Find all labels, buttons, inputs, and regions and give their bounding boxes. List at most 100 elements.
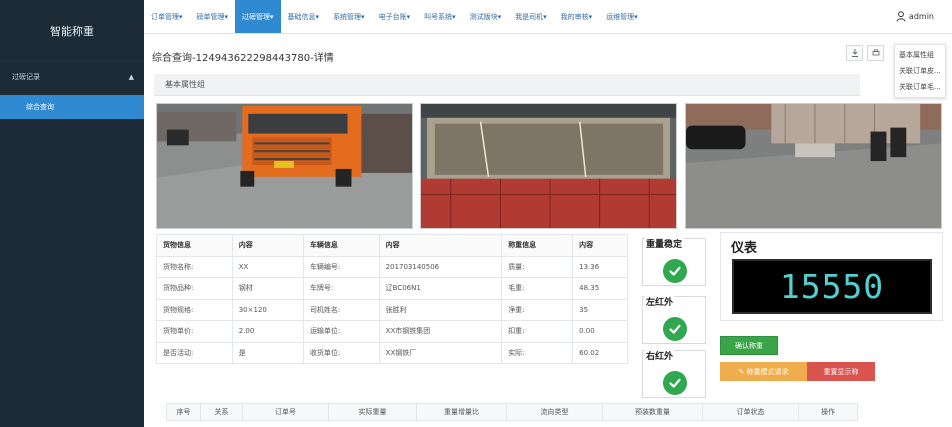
column-header: 关系 <box>201 404 243 420</box>
camera-photo-front[interactable] <box>156 103 413 229</box>
dropdown-item-related-gross[interactable]: 关联订单毛... <box>895 79 945 95</box>
weigh-mode-button[interactable]: ✎ 称重模式请求 <box>720 362 807 381</box>
cell-label: 质量: <box>501 255 574 278</box>
nav-system-management[interactable]: 系统管理▾ <box>326 0 372 33</box>
section-header: 基本属性组 <box>154 74 860 96</box>
header-vehicle-info: 车辆信息 <box>302 234 380 257</box>
cell-label: 扣重: <box>501 320 574 343</box>
nav-driver[interactable]: 我是司机▾ <box>508 0 554 33</box>
column-header: 流向类型 <box>507 404 603 420</box>
nav-weigh-ticket-management[interactable]: 磅单管理▾ <box>190 0 236 33</box>
cell-value: 辽BC06N1 <box>378 277 503 300</box>
table-row: 货物单价: 2.00 运输单位: XX市钢铁集团 扣重: 0.00 <box>156 320 628 343</box>
column-header: 序号 <box>167 404 201 420</box>
header-cargo-info: 货物信息 <box>156 234 233 257</box>
sidebar-group-label: 过磅记录 <box>12 72 40 81</box>
cell-value: 13.36 <box>572 255 628 278</box>
cell-label: 运输单位: <box>302 320 380 343</box>
meter-panel: 仪表 15550 <box>720 232 943 321</box>
column-header: 预装数重量 <box>603 404 703 420</box>
cell-label: 货物规格: <box>156 298 233 321</box>
cell-value: XX <box>231 255 304 278</box>
cell-value: 张胜利 <box>378 298 503 321</box>
nav-my-review[interactable]: 我的审核▾ <box>554 0 600 33</box>
sidebar: 智能称重 过磅记录 ▲ 综合查询 <box>0 0 144 427</box>
table-header-row: 货物信息 内容 车辆信息 内容 称重信息 内容 <box>156 234 628 257</box>
nav-weighing-management[interactable]: 过磅管理▾ <box>235 0 281 33</box>
table-row: 货物品种: 钢材 车牌号: 辽BC06N1 毛重: 48.35 <box>156 277 628 300</box>
sidebar-item-comprehensive-query[interactable]: 综合查询 <box>0 95 144 119</box>
section-dropdown: 基本属性组 关联订单皮... 关联订单毛... <box>894 44 946 98</box>
check-icon <box>663 259 687 283</box>
camera-photo-top[interactable] <box>420 103 677 229</box>
truck-front-image <box>157 104 412 228</box>
main-content: 综合查询-124943622298443780-详情 基本属性组 关联订单皮..… <box>144 34 952 427</box>
brand-title: 智能称重 <box>0 0 144 62</box>
meter-title: 仪表 <box>731 241 758 256</box>
meter-readout: 15550 <box>732 259 932 314</box>
cell-label: 车牌号: <box>302 277 380 300</box>
cell-label: 净重: <box>501 298 574 321</box>
sidebar-group-weigh-records[interactable]: 过磅记录 ▲ <box>0 64 144 89</box>
indicator-label: 左红外 <box>645 295 675 308</box>
check-icon <box>663 317 687 341</box>
cell-value: 2017031405​06 <box>378 255 503 278</box>
user-icon <box>896 11 906 22</box>
download-icon <box>851 49 858 57</box>
nav-basic-info[interactable]: 基础信息▾ <box>281 0 327 33</box>
column-header: 订单状态 <box>703 404 799 420</box>
indicator-weight-stable: 重量稳定 <box>642 237 706 286</box>
info-table: 货物信息 内容 车辆信息 内容 称重信息 内容 货物名称: XX 车辆编号: 2… <box>156 234 628 364</box>
check-icon <box>663 371 687 395</box>
table-row: 货物名称: XX 车辆编号: 2017031405​06 质量: 13.36 <box>156 255 628 278</box>
cell-value: 30×120 <box>231 298 304 321</box>
table-row: 货物规格: 30×120 司机姓名: 张胜利 净重: 35 <box>156 298 628 321</box>
cell-value: 35 <box>572 298 628 321</box>
cell-value: 是 <box>231 341 304 364</box>
indicator-label: 右红外 <box>645 349 675 362</box>
username: admin <box>908 12 934 21</box>
truck-rear-image <box>686 104 941 228</box>
nav-electronic-ledger[interactable]: 电子台账▾ <box>372 0 418 33</box>
download-button[interactable] <box>846 45 863 61</box>
user-menu[interactable]: admin <box>896 0 952 33</box>
column-header: 操作 <box>821 408 835 416</box>
cell-label: 货物品种: <box>156 277 233 300</box>
header-content: 内容 <box>572 234 628 257</box>
nav-test-module[interactable]: 测试版块▾ <box>463 0 509 33</box>
header-weigh-info: 称重信息 <box>501 234 574 257</box>
truck-top-image <box>421 104 676 228</box>
print-button[interactable] <box>867 45 884 61</box>
cell-label: 实际: <box>501 341 574 364</box>
table-row: 是否活动: 是 收货单位: XX钢铁厂 实际: 60.02 <box>156 341 628 364</box>
cell-value: 钢材 <box>231 277 304 300</box>
cell-label: 毛重: <box>501 277 574 300</box>
print-icon <box>872 49 879 56</box>
top-navigation: 订单管理▾ 磅单管理▾ 过磅管理▾ 基础信息▾ 系统管理▾ 电子台账▾ 叫号系统… <box>144 0 952 34</box>
cell-label: 车辆编号: <box>302 255 380 278</box>
indicator-left-infrared: 左红外 <box>642 295 706 344</box>
reset-display-button[interactable]: 重置显示称 <box>807 362 875 381</box>
dropdown-item-related-tare[interactable]: 关联订单皮... <box>895 63 945 79</box>
indicator-right-infrared: 右红外 <box>642 349 706 398</box>
indicator-label: 重量稳定 <box>645 237 684 250</box>
nav-ops-management[interactable]: 运维管理▾ <box>599 0 645 33</box>
chevron-up-icon: ▲ <box>128 72 134 81</box>
cell-label: 司机姓名: <box>302 298 380 321</box>
cell-label: 是否活动: <box>156 341 233 364</box>
cell-value: XX市钢铁集团 <box>378 320 503 343</box>
cell-value: 48.35 <box>572 277 628 300</box>
column-header: 实际重量 <box>329 404 417 420</box>
confirm-weigh-button[interactable]: 确认称重 <box>720 336 778 355</box>
column-header: 订单号 <box>243 404 329 420</box>
cell-label: 货物单价: <box>156 320 233 343</box>
nav-order-management[interactable]: 订单管理▾ <box>144 0 190 33</box>
cell-label: 货物名称: <box>156 255 233 278</box>
cell-value: 60.02 <box>572 341 628 364</box>
camera-photo-rear[interactable] <box>685 103 942 229</box>
nav-queue-system[interactable]: 叫号系统▾ <box>417 0 463 33</box>
related-orders-table-header: 序号 关系 订单号 实际重量 重量增量比 流向类型 预装数重量 订单状态 操作 <box>166 403 858 421</box>
dropdown-item-basic-attributes[interactable]: 基本属性组 <box>895 47 945 63</box>
column-header: 重量增量比 <box>417 404 507 420</box>
page-title: 综合查询-124943622298443780-详情 <box>152 53 334 64</box>
